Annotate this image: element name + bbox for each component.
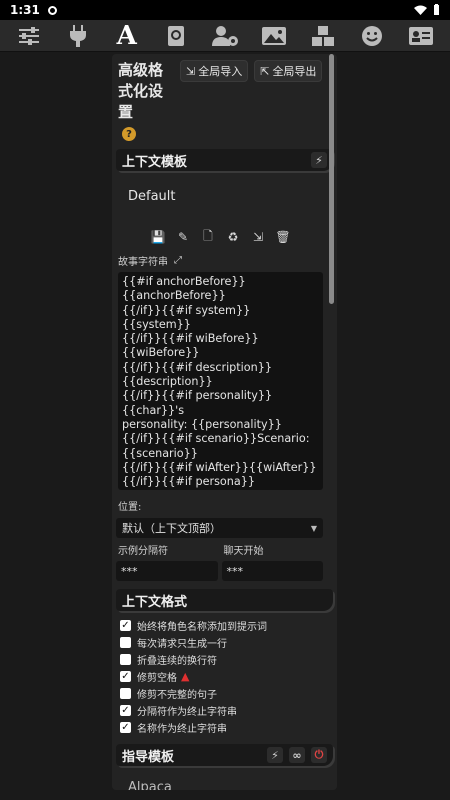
- power-icon[interactable]: ⏻: [311, 747, 327, 763]
- font-a-icon[interactable]: A: [110, 21, 144, 51]
- global-export-button[interactable]: ⇱ 全局导出: [254, 60, 323, 82]
- file-import-icon[interactable]: ⇲: [250, 229, 266, 245]
- trash-icon[interactable]: 🗑: [275, 229, 291, 245]
- bolt-icon[interactable]: ⚡: [267, 747, 283, 763]
- plug-icon[interactable]: [61, 22, 95, 50]
- instruct-template-select[interactable]: Alpaca: [112, 766, 337, 790]
- help-icon[interactable]: ?: [122, 127, 136, 141]
- caret-down-icon: ▼: [310, 523, 317, 533]
- option-trim-sentences[interactable]: 修剪不完整的句子: [120, 685, 337, 702]
- instruct-template-header[interactable]: 指导模板 ⚡ ∞ ⏻: [116, 744, 333, 766]
- import-icon: ⇲: [186, 64, 196, 78]
- position-select[interactable]: 默认（上下文顶部） ▼: [116, 518, 323, 538]
- export-icon: ⇱: [260, 64, 270, 78]
- template-actions: 💾 ✎ 🗋 ♻ ⇲ 🗑: [112, 229, 337, 245]
- users-gear-icon[interactable]: [208, 22, 242, 50]
- wifi-icon: [414, 5, 427, 15]
- option-separator-stop[interactable]: ✓ 分隔符作为终止字符串: [120, 702, 337, 719]
- status-time: 1:31: [10, 3, 40, 17]
- option-trim-spaces[interactable]: ✓ 修剪空格 ▲: [120, 668, 337, 685]
- advanced-formatting-panel: 高级格式化设置 ⇲ 全局导入 ⇱ 全局导出 ? 上下文模板 ⚡ Default …: [112, 54, 337, 790]
- warning-icon: ▲: [181, 670, 190, 683]
- sliders-icon[interactable]: [12, 22, 46, 50]
- book-globe-icon[interactable]: [159, 22, 193, 50]
- bolt-icon[interactable]: ⚡: [311, 152, 327, 168]
- checkbox[interactable]: [120, 654, 131, 665]
- option-names-stop[interactable]: ✓ 名称作为终止字符串: [120, 719, 337, 736]
- position-label: 位置:: [118, 502, 142, 513]
- top-nav: A: [0, 20, 450, 52]
- checkbox[interactable]: [120, 688, 131, 699]
- checkbox[interactable]: ✓: [120, 620, 131, 631]
- story-string-label: 故事字符串: [118, 257, 168, 268]
- checkbox[interactable]: [120, 637, 131, 648]
- recycle-icon[interactable]: ♻: [225, 229, 241, 245]
- checkbox[interactable]: ✓: [120, 671, 131, 682]
- checkbox[interactable]: ✓: [120, 722, 131, 733]
- story-string-textarea[interactable]: {{#if anchorBefore}} {{anchorBefore}} {{…: [118, 272, 323, 490]
- cubes-icon[interactable]: [306, 22, 340, 50]
- status-bar: 1:31: [0, 0, 450, 20]
- image-icon[interactable]: [257, 22, 291, 50]
- chat-start-label: 聊天开始: [223, 546, 264, 557]
- page-title: 高级格式化设置: [118, 61, 164, 121]
- notification-icon: [47, 5, 57, 15]
- option-collapse-newlines[interactable]: 折叠连续的换行符: [120, 651, 337, 668]
- context-template-select[interactable]: Default: [112, 171, 337, 223]
- context-format-header[interactable]: 上下文格式: [116, 589, 333, 611]
- scrollbar[interactable]: [329, 54, 334, 304]
- smiley-icon[interactable]: [355, 22, 389, 50]
- id-card-icon[interactable]: [404, 22, 438, 50]
- context-format-options: ✓ 始终将角色名称添加到提示词 每次请求只生成一行 折叠连续的换行符 ✓ 修剪空格 ▲…: [112, 611, 337, 736]
- option-add-char-names[interactable]: ✓ 始终将角色名称添加到提示词: [120, 617, 337, 634]
- pencil-icon[interactable]: ✎: [175, 229, 191, 245]
- option-single-line[interactable]: 每次请求只生成一行: [120, 634, 337, 651]
- global-import-button[interactable]: ⇲ 全局导入: [180, 60, 249, 82]
- battery-icon: [434, 4, 439, 15]
- checkbox[interactable]: ✓: [120, 705, 131, 716]
- example-separator-label: 示例分隔符: [118, 546, 168, 557]
- new-file-icon[interactable]: 🗋: [200, 229, 216, 245]
- save-icon[interactable]: 💾: [150, 229, 166, 245]
- example-separator-input[interactable]: ***: [116, 561, 218, 581]
- link-icon[interactable]: ∞: [289, 747, 305, 763]
- context-template-header[interactable]: 上下文模板 ⚡: [116, 149, 333, 171]
- expand-icon[interactable]: ⤢: [174, 255, 182, 266]
- chat-start-input[interactable]: ***: [221, 561, 323, 581]
